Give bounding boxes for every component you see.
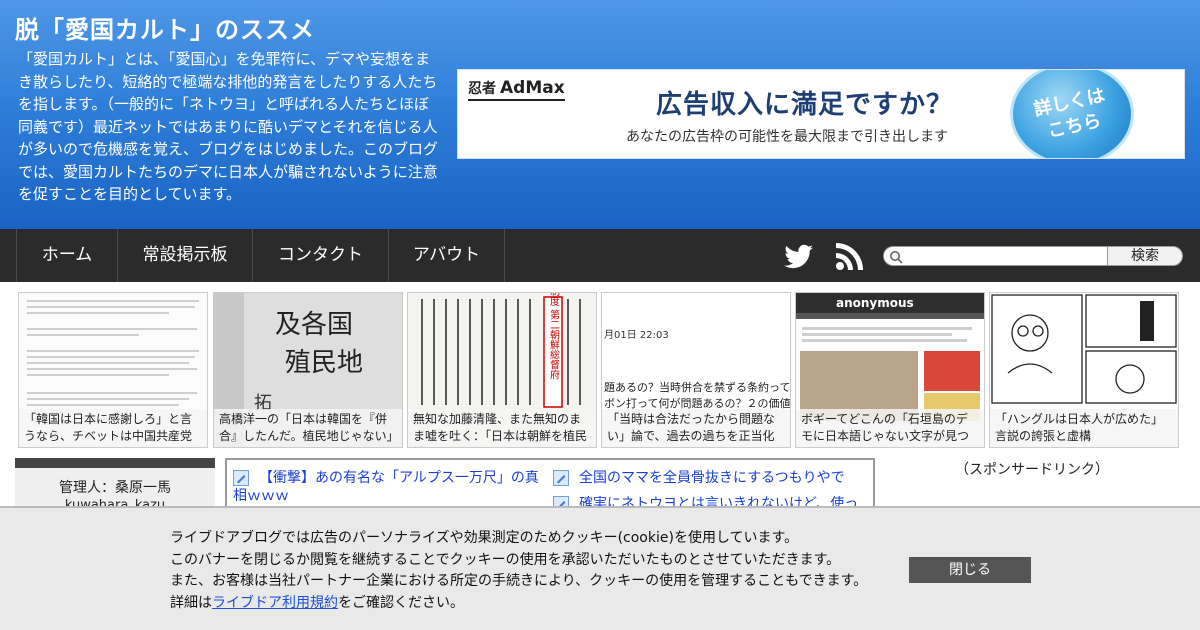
svg-text:ボン打って何が問題あるの？２の価値: ボン打って何が問題あるの？２の価値 xyxy=(604,396,790,410)
featured-card-title: 無知な加藤清隆、また無知のまま嘘を吐く：「日本は朝鮮を植民地 xyxy=(408,409,596,447)
featured-card[interactable]: 月01日 22:03 題あるの？当時併合を禁ずる条約って ボン打って何が問題ある… xyxy=(601,292,791,448)
svg-text:及各国: 及各国 xyxy=(275,310,353,340)
terms-link[interactable]: ライブドア利用規約 xyxy=(212,595,338,611)
feed-item-link[interactable]: 全国のママを全員骨抜きにするつもりやで xyxy=(579,469,869,487)
twitter-icon[interactable] xyxy=(782,239,816,273)
featured-card-title: 「韓国は日本に感謝しろ」と言うなら、チベットは中国共産党に感謝しろ xyxy=(19,409,207,447)
cookie-close-button[interactable]: 閉じる xyxy=(909,557,1031,583)
featured-card[interactable]: 植民地ノ制度 第二朝鮮総督府 無知な加藤清隆、また無知のまま嘘を吐く：「日本は朝… xyxy=(407,292,597,448)
featured-card[interactable]: 「韓国は日本に感謝しろ」と言うなら、チベットは中国共産党に感謝しろ xyxy=(18,292,208,448)
site-header: 脱「愛国カルト」のススメ 「愛国カルト」とは、「愛国心」を免罪符に、デマや妄想を… xyxy=(0,0,1200,229)
nav-item-home[interactable]: ホーム xyxy=(16,229,117,282)
search-button[interactable]: 検索 xyxy=(1107,246,1183,266)
sponsored-label: （スポンサードリンク） xyxy=(955,462,1109,478)
featured-card-title: 「当時は合法だったから問題ない」論で、過去の過ちを正当化する xyxy=(602,409,790,447)
svg-text:anonymous: anonymous xyxy=(836,296,914,310)
nav-item-contact[interactable]: コンタクト xyxy=(252,229,388,282)
featured-card[interactable]: 及各国 殖民地 拓 高橋洋一の「日本は韓国を『併合』したんだ。植民地じゃない」 xyxy=(213,292,403,448)
featured-card[interactable]: 「ハングルは日本人が広めた」言説の誇張と虚構 xyxy=(989,292,1179,448)
featured-articles: 「韓国は日本に感謝しろ」と言うなら、チベットは中国共産党に感謝しろ 及各国 殖民… xyxy=(18,292,1180,448)
admin-name: 管理人：桑原一馬 xyxy=(59,480,171,496)
featured-card-title: ボギーてどこんの「石垣島のデモに日本語じゃない文字が見つかった xyxy=(796,409,984,447)
ad-brand-logo: 忍者 AdMax xyxy=(468,78,565,101)
site-description: 「愛国カルト」とは、「愛国心」を免罪符に、デマや妄想をまき散らしたり、短絡的で極… xyxy=(18,50,439,203)
ad-headline: 広告収入に満足ですか？ xyxy=(656,90,954,120)
svg-text:月01日 22:03: 月01日 22:03 xyxy=(604,329,669,341)
featured-card[interactable]: anonymous ボギーてどこんの「石垣島のデモに日本語じゃない文字が見つかっ… xyxy=(795,292,985,448)
nav-item-bbs[interactable]: 常設掲示板 xyxy=(117,229,252,282)
cookie-notice: ライブドアブログでは広告のパーソナライズや効果測定のためクッキー(cookie)… xyxy=(170,530,868,611)
search-icon xyxy=(890,251,903,264)
featured-card-title: 高橋洋一の「日本は韓国を『併合』したんだ。植民地じゃない」 xyxy=(214,409,402,447)
rss-icon[interactable] xyxy=(833,239,867,273)
search-input[interactable] xyxy=(883,246,1108,266)
ad-details-badge[interactable]: 詳しくは こちら xyxy=(1010,70,1134,158)
blog-entry-icon xyxy=(553,470,569,486)
nav-item-about[interactable]: アバウト xyxy=(388,229,505,282)
svg-text:題あるの？当時併合を禁ずる条約って: 題あるの？当時併合を禁ずる条約って xyxy=(604,380,790,394)
svg-text:植民地ノ制度 第二朝鮮総督府: 植民地ノ制度 第二朝鮮総督府 xyxy=(548,293,560,380)
ad-banner[interactable]: 忍者 AdMax 広告収入に満足ですか？ あなたの広告枠の可能性を最大限まで引き出… xyxy=(457,69,1185,159)
site-title[interactable]: 脱「愛国カルト」のススメ xyxy=(15,10,315,45)
feed-item-link[interactable]: 【衝撃】あの有名な「アルプス一万尺」の真相ｗｗｗ xyxy=(233,469,545,505)
cookie-banner: ライブドアブログでは広告のパーソナライズや効果測定のためクッキー(cookie)… xyxy=(0,506,1200,630)
featured-card-title: 「ハングルは日本人が広めた」言説の誇張と虚構 xyxy=(990,409,1178,447)
svg-text:殖民地: 殖民地 xyxy=(285,348,363,378)
ad-subline: あなたの広告枠の可能性を最大限まで引き出します xyxy=(626,129,948,145)
